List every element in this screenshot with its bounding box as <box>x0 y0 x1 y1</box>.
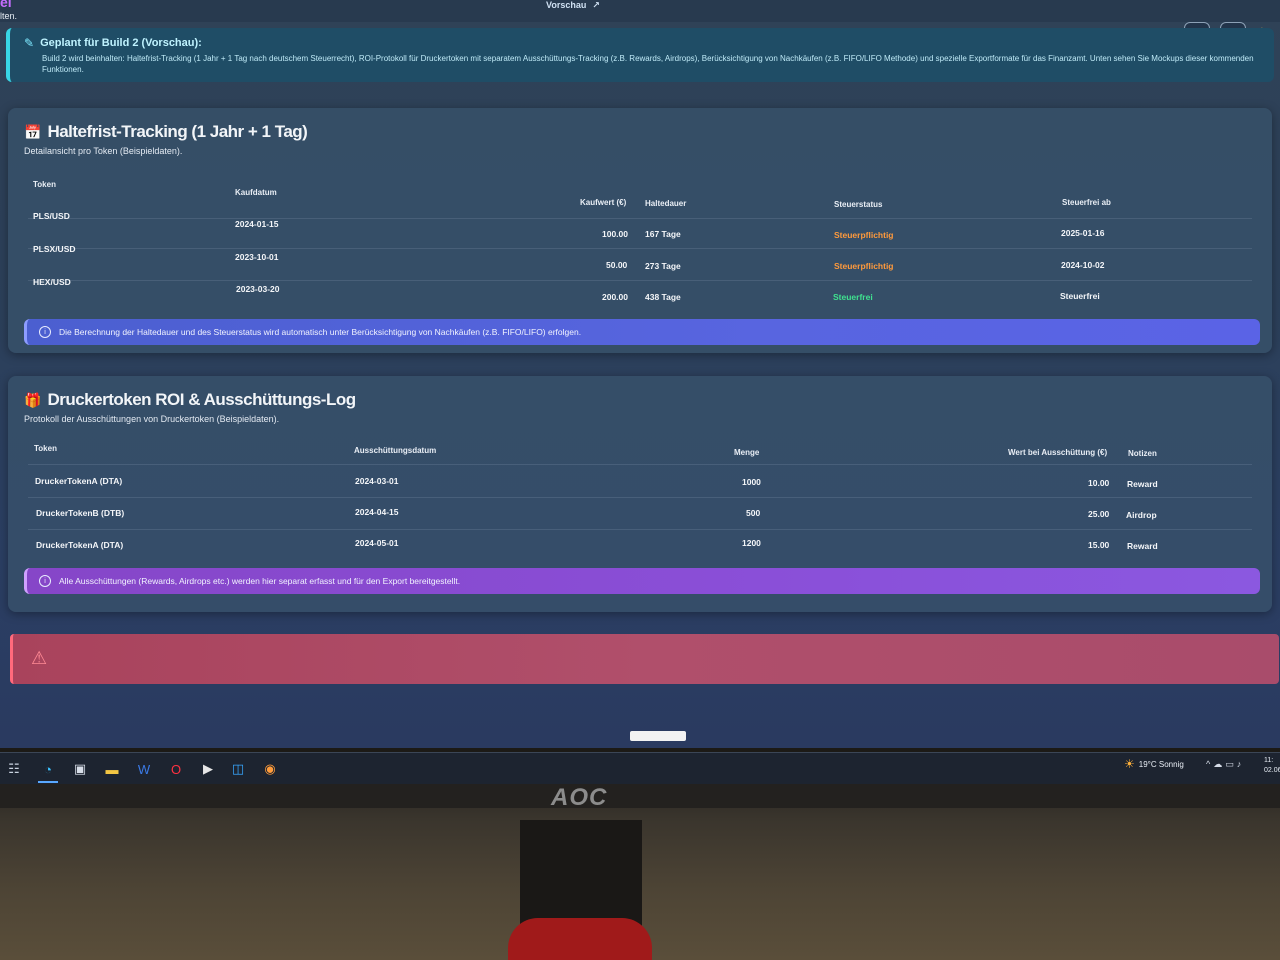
monitor-brand-logo: AOC <box>551 784 608 811</box>
row-date: 2024-03-01 <box>355 476 399 486</box>
notice-body: Build 2 wird beinhalten: Haltefrist-Trac… <box>42 54 1254 74</box>
col-header-purchase-value: Kaufwert (€) <box>580 198 627 207</box>
preview-label: Vorschau <box>546 0 587 10</box>
printer-info-text: Alle Ausschüttungen (Rewards, Airdrops e… <box>59 576 461 586</box>
weather-text: 19°C Sonnig <box>1138 759 1184 769</box>
row-token: PLSX/USD <box>33 244 76 254</box>
word-icon[interactable]: W <box>136 761 152 777</box>
row-token: DruckerTokenA (DTA) <box>36 540 124 550</box>
monitor-stand-base <box>508 918 652 960</box>
printer-title: Druckertoken ROI & Ausschüttungs-Log <box>47 390 356 409</box>
col-header-purchase-date: Kaufdatum <box>235 188 277 197</box>
taskview-icon[interactable]: ☷ <box>6 761 22 777</box>
col-header-token: Token <box>33 180 56 189</box>
row-date: 2023-10-01 <box>235 252 279 262</box>
warning-triangle-icon: ⚠ <box>31 648 48 668</box>
row-value: 10.00 <box>1088 478 1110 488</box>
col-header-distribution-date: Ausschüttungsdatum <box>354 446 437 455</box>
col-header-tax-free-from: Steuerfrei ab <box>1062 198 1111 207</box>
clock[interactable]: 11: 02.06 <box>1264 756 1280 776</box>
printer-info-banner: i Alle Ausschüttungen (Rewards, Airdrops… <box>24 568 1260 594</box>
row-token: DruckerTokenB (DTB) <box>36 508 125 518</box>
header-text-fragment: lten. <box>0 11 18 21</box>
row-token: HEX/USD <box>33 277 71 287</box>
row-amount: 1000 <box>742 477 761 487</box>
opera-icon[interactable]: O <box>168 761 184 777</box>
edge-icon[interactable]: ◔ <box>40 761 56 777</box>
clock-time: 11: <box>1264 757 1274 764</box>
col-header-notes: Notizen <box>1128 449 1157 458</box>
notice-title: Geplant für Build 2 (Vorschau): <box>40 37 202 49</box>
info-icon: i <box>39 326 51 338</box>
preview-link[interactable]: Vorschau ↗ <box>546 0 600 11</box>
row-free-from: 2025-01-16 <box>1061 228 1105 238</box>
calendar-check-icon: 📅 <box>24 123 42 140</box>
holding-info-text: Die Berechnung der Haltedauer und des St… <box>59 327 582 337</box>
row-value: 25.00 <box>1088 509 1110 519</box>
media-player-icon[interactable]: ▶ <box>200 761 216 777</box>
row-free-from: Steuerfrei <box>1060 291 1100 301</box>
build-notice: ✎ Geplant für Build 2 (Vorschau): Build … <box>6 28 1274 82</box>
col-header-value-at-distribution: Wert bei Ausschüttung (€) <box>1008 448 1108 457</box>
row-value: 50.00 <box>606 260 628 270</box>
info-icon: i <box>39 575 51 587</box>
row-amount: 500 <box>746 508 761 518</box>
store-icon[interactable]: ▣ <box>72 761 88 777</box>
error-alert: ⚠ <box>10 634 1279 684</box>
row-token: DruckerTokenA (DTA) <box>35 476 123 486</box>
row-date: 2023-03-20 <box>236 284 280 294</box>
row-status: Steuerfrei <box>833 292 873 302</box>
weather-sun-icon: ☀ <box>1124 757 1135 771</box>
row-free-from: 2024-10-02 <box>1061 260 1105 270</box>
external-link-icon: ↗ <box>592 0 600 10</box>
gift-icon: 🎁 <box>24 391 42 408</box>
row-date: 2024-01-15 <box>235 219 279 229</box>
printer-token-card: 🎁 Druckertoken ROI & Ausschüttungs-Log P… <box>8 376 1272 612</box>
clock-date: 02.06 <box>1264 767 1280 774</box>
row-duration: 167 Tage <box>645 229 681 239</box>
file-explorer-icon[interactable]: ▬ <box>104 761 120 777</box>
brand-fragment: el <box>0 0 12 10</box>
holding-subtitle: Detailansicht pro Token (Beispieldaten). <box>24 146 183 156</box>
row-token: PLS/USD <box>33 211 70 221</box>
row-duration: 438 Tage <box>645 292 681 302</box>
row-duration: 273 Tage <box>645 261 681 271</box>
row-value: 15.00 <box>1088 540 1110 550</box>
row-note: Reward <box>1127 479 1158 489</box>
top-bar: el lten. Vorschau ↗ <box>0 0 1280 22</box>
row-value: 200.00 <box>602 292 628 302</box>
col-header-token: Token <box>34 444 57 453</box>
col-header-tax-status: Steuerstatus <box>834 200 883 209</box>
row-date: 2024-05-01 <box>355 538 399 548</box>
weather-widget[interactable]: ☀ 19°C Sonnig <box>1124 757 1184 771</box>
windows-taskbar: ☷ ◔ ▣ ▬ W O ▶ ◫ ◉ ☀ 19°C Sonnig ^☁▭♪ 11:… <box>0 752 1280 785</box>
printer-subtitle: Protokoll der Ausschüttungen von Drucker… <box>24 414 280 424</box>
system-tray[interactable]: ^☁▭♪ <box>1206 759 1244 770</box>
row-date: 2024-04-15 <box>355 507 399 517</box>
row-note: Reward <box>1127 541 1158 551</box>
row-note: Airdrop <box>1126 510 1157 520</box>
app-icon[interactable]: ◫ <box>230 761 246 777</box>
col-header-holding-duration: Haltedauer <box>645 199 687 208</box>
active-app-indicator <box>38 781 58 783</box>
app-icon[interactable]: ◉ <box>262 761 278 777</box>
edit-icon: ✎ <box>24 36 35 50</box>
monitor-screen: el lten. Vorschau↗ ▭ ◍ ✺ ✎ Geplant für B… <box>0 0 1280 748</box>
row-status: Steuerpflichtig <box>834 230 894 240</box>
holding-info-banner: i Die Berechnung der Haltedauer und des … <box>24 319 1260 345</box>
col-header-amount: Menge <box>734 448 760 457</box>
holding-period-card: 📅 Haltefrist-Tracking (1 Jahr + 1 Tag) D… <box>8 108 1272 353</box>
webcam-bar <box>630 731 686 741</box>
row-value: 100.00 <box>602 229 628 239</box>
holding-title: Haltefrist-Tracking (1 Jahr + 1 Tag) <box>47 122 308 141</box>
row-amount: 1200 <box>742 538 761 548</box>
row-status: Steuerpflichtig <box>834 261 894 271</box>
